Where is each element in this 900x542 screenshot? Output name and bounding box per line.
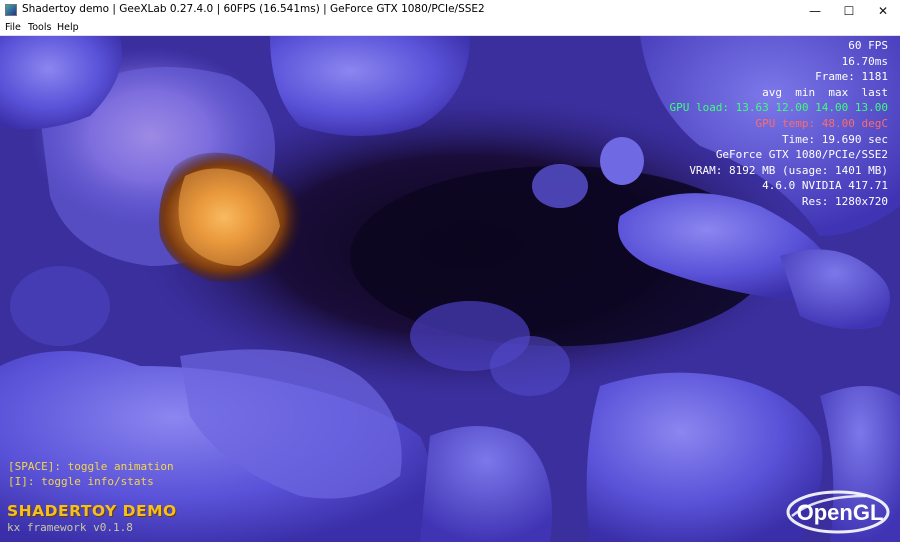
brand-overlay: SHADERTOY DEMO kx framework v0.1.8 [7, 502, 177, 534]
app-window: Shadertoy demo | GeeXLab 0.27.4.0 | 60FP… [0, 0, 900, 542]
gpu-load-readout: GPU load: 13.63 12.00 14.00 13.00 [669, 101, 888, 115]
help-overlay: [SPACE]: toggle animation [I]: toggle in… [8, 459, 174, 489]
vram-readout: VRAM: 8192 MB (usage: 1401 MB) [689, 163, 888, 177]
maximize-button[interactable]: ☐ [832, 0, 866, 21]
brand-subtitle: kx framework v0.1.8 [7, 521, 133, 534]
menu-bar: File Tools Help [0, 21, 900, 36]
help-info: [I]: toggle info/stats [8, 475, 154, 488]
menu-help[interactable]: Help [57, 21, 79, 35]
stats-header: avg min max last [762, 85, 888, 99]
time-readout: Time: 19.690 sec [782, 132, 888, 146]
opengl-logo-text: OpenGL [797, 500, 884, 525]
help-space: [SPACE]: toggle animation [8, 460, 174, 473]
frame-counter: Frame: 1181 [815, 70, 888, 84]
geexlab-icon [5, 4, 17, 16]
fps-readout: 60 FPS [848, 39, 888, 52]
gpu-name-readout: GeForce GTX 1080/PCIe/SSE2 [715, 148, 888, 162]
render-viewport[interactable]: 60 FPS 16.70ms Frame: 1181 avg min max l… [0, 36, 900, 542]
resolution-readout: Res: 1280x720 [801, 194, 888, 208]
window-title: Shadertoy demo | GeeXLab 0.27.4.0 | 60FP… [22, 3, 485, 15]
close-button[interactable]: ✕ [866, 0, 900, 21]
menu-file[interactable]: File [5, 21, 21, 35]
brand-title: SHADERTOY DEMO [7, 502, 177, 520]
frame-time-readout: 16.70ms [841, 54, 888, 68]
driver-readout: 4.6.0 NVIDIA 417.71 [762, 179, 888, 193]
gpu-temp-readout: GPU temp: 48.00 degC [755, 116, 888, 130]
menu-tools[interactable]: Tools [28, 21, 51, 35]
stats-overlay: 60 FPS 16.70ms Frame: 1181 avg min max l… [669, 38, 888, 210]
title-bar[interactable]: Shadertoy demo | GeeXLab 0.27.4.0 | 60FP… [0, 0, 900, 21]
minimize-button[interactable]: — [798, 0, 832, 21]
opengl-logo: OpenGL [786, 490, 890, 534]
